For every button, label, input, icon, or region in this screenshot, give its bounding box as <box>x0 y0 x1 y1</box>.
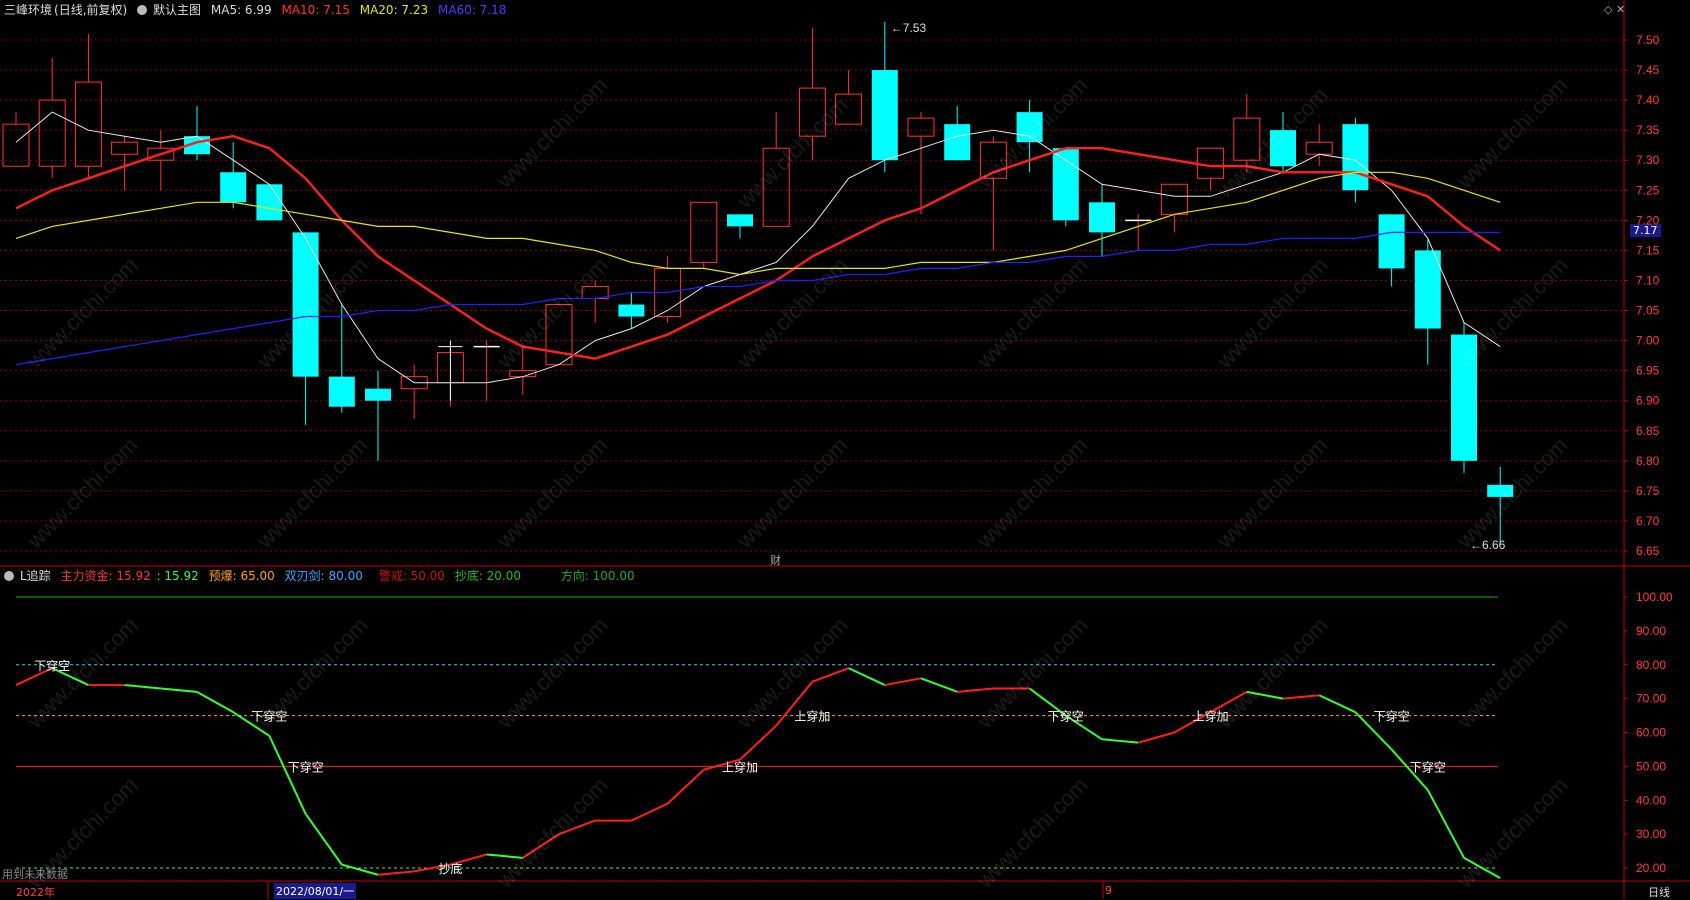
price-annotation: ←7.53 <box>891 21 927 35</box>
candle-body <box>111 141 139 155</box>
indicator-segment <box>957 687 994 693</box>
indicator-segment <box>1101 738 1139 744</box>
y-tick-label: 7.45 <box>1636 63 1660 77</box>
price-annotation: ←6.66 <box>1470 538 1506 552</box>
indicator-segment <box>739 724 777 761</box>
signal-label: 下穿空 <box>1410 759 1446 774</box>
candle-body <box>1089 202 1115 233</box>
y-tick-label: 7.40 <box>1636 93 1660 107</box>
signal-label: 上穿加 <box>722 759 758 774</box>
candle-body <box>1414 250 1441 329</box>
indicator-segment <box>558 819 596 836</box>
y-tick-label: 7.50 <box>1636 33 1660 47</box>
candle-body <box>545 304 573 366</box>
indicator-segment <box>1282 694 1320 700</box>
candle-body <box>1233 117 1261 161</box>
y-tick-label: 6.95 <box>1636 364 1660 378</box>
y-tick-label: 90.00 <box>1636 624 1666 638</box>
candle-body <box>1160 183 1188 215</box>
y-tick-label: 6.90 <box>1636 394 1660 408</box>
ma-line-ma10 <box>15 134 1501 360</box>
candle-body <box>1451 334 1477 461</box>
y-tick-label: 7.20 <box>1636 213 1660 227</box>
candle-body <box>1197 147 1225 179</box>
candle-body <box>727 214 753 227</box>
candle-body <box>1342 124 1369 191</box>
signal-label: 下穿空 <box>251 709 287 724</box>
candle-body <box>798 87 826 137</box>
y-tick-label: 6.80 <box>1636 454 1660 468</box>
indicator-segment <box>666 769 705 805</box>
candle-body <box>1270 130 1296 167</box>
candle-body <box>220 172 247 203</box>
y-tick-label: 100.00 <box>1636 590 1673 604</box>
candle-body <box>1052 148 1079 221</box>
candle-body <box>1487 484 1514 497</box>
indicator-segment <box>377 870 415 876</box>
indicator-segment <box>522 833 560 859</box>
candle-body <box>1378 214 1405 269</box>
candle-body <box>835 93 863 125</box>
candle-body <box>74 81 102 167</box>
y-tick-label: 6.70 <box>1636 514 1660 528</box>
y-tick-label: 6.75 <box>1636 484 1660 498</box>
indicator-segment <box>812 667 849 683</box>
indicator-segment <box>1246 690 1284 700</box>
candle-body <box>328 376 355 407</box>
candle-body <box>907 117 935 137</box>
indicator-segment <box>920 677 958 693</box>
indicator-segment <box>630 802 669 822</box>
indicator-segment <box>304 813 343 866</box>
candle-body <box>1016 112 1043 143</box>
y-tick-label: 7.10 <box>1636 273 1660 287</box>
y-tick-label: 7.05 <box>1636 304 1660 318</box>
signal-label: 下穿空 <box>34 658 70 673</box>
indicator-segment <box>341 863 379 876</box>
candle-body <box>256 184 283 221</box>
candle-body <box>944 124 971 161</box>
indicator-segment <box>124 684 161 690</box>
y-tick-label: 40.00 <box>1636 793 1666 807</box>
y-tick-label: 70.00 <box>1636 692 1666 706</box>
candle-body <box>690 201 718 263</box>
y-tick-label: 60.00 <box>1636 726 1666 740</box>
candle-body <box>618 304 645 317</box>
indicator-segment <box>196 690 234 714</box>
indicator-segment <box>884 677 922 687</box>
y-tick-label: 6.65 <box>1636 544 1660 558</box>
signal-label: 上穿加 <box>1193 709 1229 724</box>
stock-chart[interactable]: 7.50 7.45 7.40 7.35 7.30 7.25 7.20 7.15 7.10 7.05… <box>0 0 1690 899</box>
signal-label: 下穿空 <box>288 759 324 774</box>
signal-label: 下穿空 <box>1374 709 1410 724</box>
ma-line-ma60 <box>15 231 1501 366</box>
y-tick-label: 20.00 <box>1636 861 1666 875</box>
signal-label: 上穿加 <box>794 709 830 724</box>
y-tick-label: 7.15 <box>1636 243 1660 257</box>
y-tick-label: 7.25 <box>1636 183 1660 197</box>
y-tick-label: 6.85 <box>1636 424 1660 438</box>
signal-label: 抄底 <box>438 861 462 876</box>
y-tick-label: 30.00 <box>1636 827 1666 841</box>
y-tick-label: 50.00 <box>1636 759 1666 773</box>
candle-body <box>871 70 898 161</box>
indicator-segment <box>1426 789 1465 859</box>
candle-body <box>38 99 66 167</box>
y-tick-label: 7.30 <box>1636 153 1660 167</box>
indicator-segment <box>1137 731 1175 744</box>
candle-body <box>365 388 391 401</box>
candle-body <box>1305 141 1333 155</box>
indicator-segment <box>268 735 307 815</box>
y-tick-label: 7.00 <box>1636 334 1660 348</box>
indicator-segment <box>848 667 886 686</box>
signal-label: 下穿空 <box>1048 709 1084 724</box>
indicator-segment <box>1318 694 1356 714</box>
y-tick-label: 7.35 <box>1636 123 1660 137</box>
indicator-segment <box>486 853 523 859</box>
y-tick-label: 80.00 <box>1636 658 1666 672</box>
indicator-segment <box>160 687 198 693</box>
